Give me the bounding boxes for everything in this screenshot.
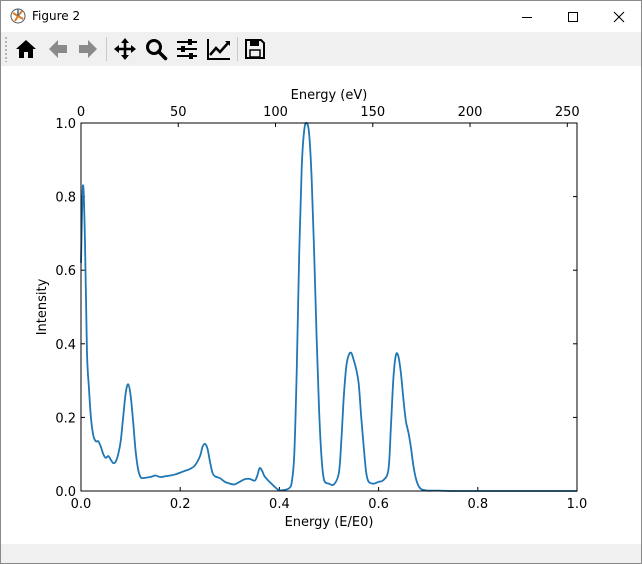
maximize-icon [568, 11, 578, 22]
top-x-tick-label: 200 [458, 105, 483, 120]
save-icon [245, 39, 265, 59]
close-button[interactable] [596, 1, 642, 32]
series-line [80, 121, 577, 492]
pan-button[interactable] [111, 35, 139, 63]
top-x-tick-label: 150 [360, 105, 385, 120]
forward-icon [79, 40, 97, 58]
y-tick-label: 1.0 [55, 117, 76, 132]
x-axis-label: Energy (E/E0) [285, 515, 374, 530]
forward-button[interactable] [74, 35, 102, 63]
maximize-button[interactable] [550, 1, 596, 32]
toolbar-separator [106, 37, 107, 61]
x-tick-label: 0.8 [467, 497, 488, 512]
top-x-tick-label: 50 [170, 105, 187, 120]
status-bar [1, 544, 641, 563]
top-x-tick-label: 250 [555, 105, 580, 120]
x-tick-label: 0.2 [170, 497, 191, 512]
title-bar[interactable]: Figure 2 [1, 1, 641, 32]
configure-subplots-button[interactable] [173, 35, 201, 63]
configure-subplots-icon [177, 39, 197, 59]
close-icon [613, 11, 625, 22]
x-tick-label: 0.6 [368, 497, 389, 512]
x-tick-label: 0.4 [269, 497, 290, 512]
top-x-tick-label: 0 [77, 105, 85, 120]
window-title: Figure 2 [32, 9, 81, 23]
back-icon [49, 40, 67, 58]
edit-axis-icon [207, 39, 230, 60]
app-icon [10, 8, 26, 24]
edit-axis-button[interactable] [205, 35, 233, 63]
zoom-button[interactable] [142, 35, 170, 63]
figure-window: Figure 2 0.0 0.2 0.4 0.6 0.8 1.0 0.0 0.2… [0, 0, 642, 564]
home-button[interactable] [12, 35, 40, 63]
y-tick-label: 0.2 [55, 411, 76, 426]
navigation-toolbar [1, 32, 641, 66]
toolbar-grip[interactable] [5, 36, 7, 62]
back-button[interactable] [44, 35, 72, 63]
home-icon [16, 40, 36, 58]
y-tick-label: 0.0 [55, 485, 76, 500]
save-button[interactable] [241, 35, 269, 63]
figure-canvas[interactable]: 0.0 0.2 0.4 0.6 0.8 1.0 0.0 0.2 0.4 0.6 0.8 1.0 0 50 1… [1, 66, 641, 544]
y-tick-label: 0.4 [55, 338, 76, 353]
line-chart[interactable]: 0.0 0.2 0.4 0.6 0.8 1.00.00.20.40.60.81.00 50 1… [1, 66, 641, 544]
x-tick-label: 1.0 [567, 497, 588, 512]
toolbar-separator [237, 37, 238, 61]
minimize-button[interactable] [504, 1, 550, 32]
y-tick-label: 0.6 [55, 264, 76, 279]
minimize-icon [522, 16, 532, 18]
top-x-tick-label: 100 [263, 105, 288, 120]
zoom-icon [146, 39, 168, 61]
pan-icon [114, 38, 136, 60]
y-tick-label: 0.8 [55, 191, 76, 206]
y-axis-label: Intensity [35, 278, 50, 335]
top-x-axis-label: Energy (eV) [291, 88, 368, 103]
axes-frame [80, 122, 578, 492]
